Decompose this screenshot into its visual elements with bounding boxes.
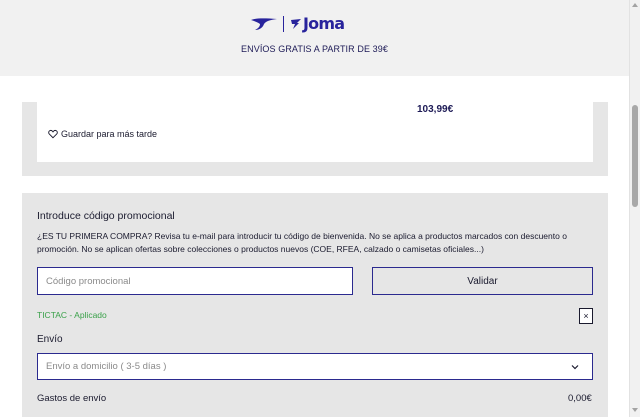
promo-title: Introduce código promocional (37, 210, 175, 222)
remove-code-button[interactable]: × (579, 308, 593, 324)
joma-logo[interactable]: Joma (250, 14, 345, 34)
shipping-selected-option: Envío a domicilio ( 3-5 días ) (46, 361, 167, 372)
validate-button[interactable]: Validar (372, 267, 593, 295)
heart-icon (48, 130, 58, 139)
promo-description: ¿ES TU PRIMERA COMPRA? Revisa tu e-mail … (37, 231, 567, 254)
logo-separator (283, 16, 284, 32)
scroll-up-arrow-icon[interactable] (632, 3, 638, 7)
brand-name: Joma (303, 14, 345, 33)
applied-code-status: TICTAC - Aplicado (37, 310, 107, 320)
page-scrollbar[interactable] (629, 0, 640, 417)
shipping-cost-value: 0,00€ (568, 393, 592, 404)
shipping-cost-label: Gastos de envío (37, 393, 107, 404)
scroll-thumb[interactable] (632, 105, 638, 207)
shipping-label: Envío (37, 334, 63, 345)
item-price: 103,99€ (417, 104, 454, 115)
site-header: Joma ENVÍOS GRATIS A PARTIR DE 39€ (0, 0, 629, 76)
free-shipping-banner: ENVÍOS GRATIS A PARTIR DE 39€ (241, 44, 388, 54)
joma-mark-icon (251, 18, 277, 30)
chevron-down-icon (571, 364, 579, 369)
promo-code-input[interactable] (37, 267, 353, 295)
shipping-method-select[interactable]: Envío a domicilio ( 3-5 días ) (37, 353, 593, 380)
save-for-later-link[interactable]: Guardar para más tarde (48, 129, 157, 139)
scroll-down-arrow-icon[interactable] (632, 408, 638, 412)
promo-code-section (22, 193, 608, 417)
save-for-later-label: Guardar para más tarde (61, 129, 158, 139)
bird-icon (291, 19, 301, 29)
